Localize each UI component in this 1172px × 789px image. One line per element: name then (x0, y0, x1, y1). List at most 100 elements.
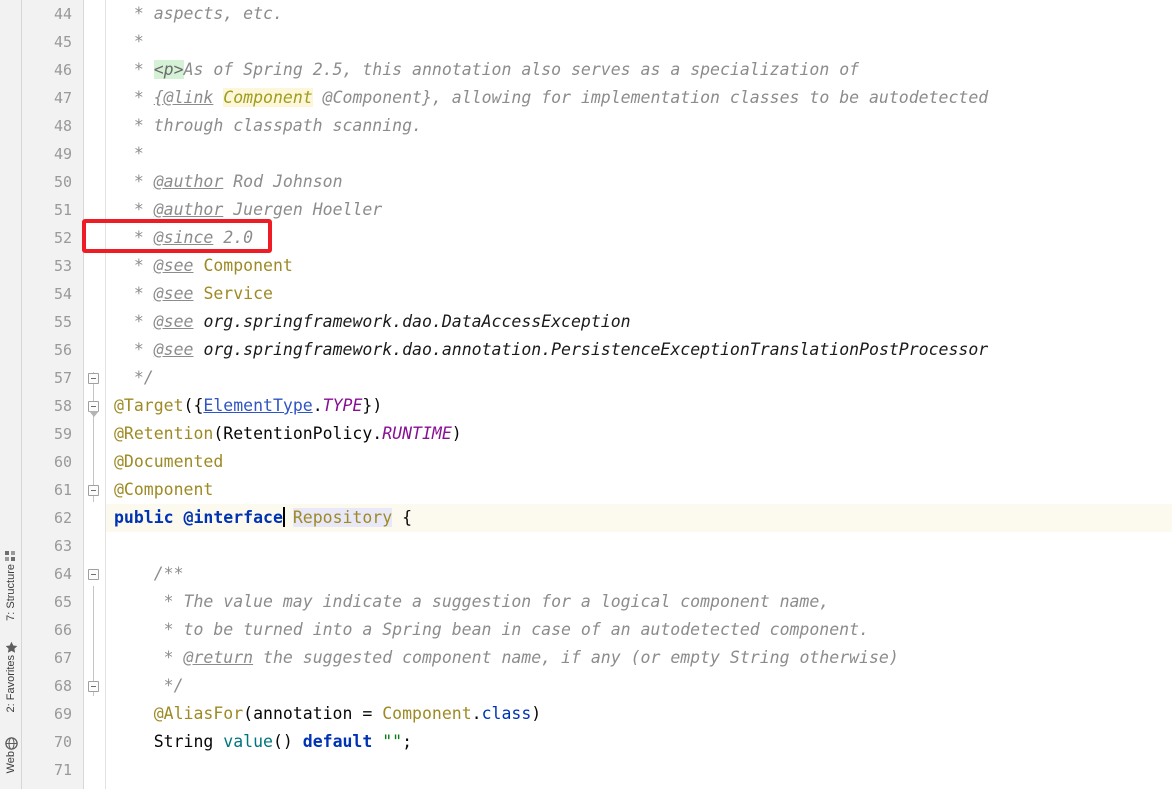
code-line[interactable]: * @since 2.0 (106, 224, 1172, 252)
fold-marker-row (84, 448, 105, 476)
fold-marker-row (84, 756, 105, 784)
code-line[interactable]: * @return the suggested component name, … (106, 644, 1172, 672)
line-number: 68 (53, 677, 72, 695)
code-token: * (114, 648, 184, 667)
code-token: @see (153, 256, 194, 275)
fold-marker-row (84, 504, 105, 532)
line-number: 66 (53, 621, 72, 639)
line-number: 56 (53, 341, 72, 359)
code-line[interactable]: @AliasFor(annotation = Component.class) (106, 700, 1172, 728)
code-token: @since (153, 228, 214, 247)
code-token: @Component (114, 480, 214, 499)
line-number: 63 (53, 537, 72, 555)
code-token: @see (153, 312, 194, 331)
ide-window: 7: Structure 2: Favorites Web 44 45 46 4… (0, 0, 1172, 789)
code-token: @AliasFor (153, 704, 244, 723)
fold-marker-row (84, 252, 105, 280)
code-line[interactable] (106, 532, 1172, 560)
code-line[interactable]: * (106, 140, 1172, 168)
code-line[interactable]: @Component (106, 476, 1172, 504)
code-line[interactable]: */ (106, 672, 1172, 700)
code-folding-gutter[interactable] (84, 0, 106, 789)
code-editor-area[interactable]: * aspects, etc. * * <p>As of Spring 2.5,… (106, 0, 1172, 789)
code-token: * to be turned into a Spring bean in cas… (114, 620, 869, 639)
code-line[interactable]: */ (106, 364, 1172, 392)
fold-marker-row (84, 476, 105, 504)
code-line[interactable]: * @see org.springframework.dao.annotatio… (106, 336, 1172, 364)
code-token: * (114, 60, 154, 79)
code-token: @Component}, allowing for implementation… (312, 88, 989, 107)
line-number-gutter[interactable]: 44 45 46 47 48 49 50 51 52 53 54 55 56 57 58 59 60 61 62 63… (22, 0, 84, 789)
fold-marker-row (84, 308, 105, 336)
fold-collapse-icon[interactable] (88, 681, 99, 692)
code-token: @see (153, 284, 194, 303)
code-line[interactable]: * through classpath scanning. (106, 112, 1172, 140)
code-line[interactable]: * @author Rod Johnson (106, 168, 1172, 196)
code-token: . (471, 704, 482, 723)
fold-marker-row (84, 56, 105, 84)
code-token: * aspects, etc. (114, 4, 283, 23)
line-number: 53 (53, 257, 72, 275)
code-token: class (481, 704, 532, 723)
fold-marker-row (84, 644, 105, 672)
line-number: 69 (53, 705, 72, 723)
stripe-item-web-label: Web (4, 751, 17, 774)
code-line[interactable]: @Target({ElementType.TYPE}) (106, 392, 1172, 420)
code-line[interactable]: * (106, 28, 1172, 56)
code-token: @Documented (114, 452, 224, 471)
globe-icon (4, 735, 18, 750)
fold-marker-row (84, 560, 105, 588)
code-token: () (272, 732, 303, 751)
code-line[interactable]: * The value may indicate a suggestion fo… (106, 588, 1172, 616)
structure-icon (4, 548, 18, 561)
code-token: Component (382, 704, 472, 723)
code-line[interactable]: * to be turned into a Spring bean in cas… (106, 616, 1172, 644)
code-token: @return (183, 648, 254, 667)
code-token: Repository (292, 508, 393, 527)
code-line[interactable]: * @see org.springframework.dao.DataAcces… (106, 308, 1172, 336)
code-line[interactable]: * {@link Component @Component}, allowing… (106, 84, 1172, 112)
line-number: 51 (53, 201, 72, 219)
code-token: default (302, 732, 373, 751)
code-token: org.springframework.dao.DataAccessExcept… (203, 312, 631, 331)
line-number: 44 (53, 5, 72, 23)
code-token: }) (362, 396, 383, 415)
code-token: . (312, 396, 323, 415)
code-line[interactable]: /** (106, 560, 1172, 588)
code-line[interactable]: @Documented (106, 448, 1172, 476)
code-line[interactable]: * aspects, etc. (106, 0, 1172, 28)
fold-marker-row (84, 140, 105, 168)
code-line[interactable]: public @interface Repository { (106, 504, 1172, 532)
code-line[interactable]: @Retention(RetentionPolicy.RUNTIME) (106, 420, 1172, 448)
code-line[interactable]: * <p>As of Spring 2.5, this annotation a… (106, 56, 1172, 84)
code-token: ; (402, 732, 413, 751)
fold-collapse-icon[interactable] (88, 569, 99, 580)
fold-marker-row (84, 196, 105, 224)
fold-collapse-icon[interactable] (88, 373, 99, 384)
stripe-item-structure[interactable]: 7: Structure (0, 548, 22, 621)
code-line[interactable]: * @author Juergen Hoeller (106, 196, 1172, 224)
fold-marker-row (84, 532, 105, 560)
fold-collapse-icon[interactable] (88, 485, 99, 496)
line-number: 65 (53, 593, 72, 611)
fold-marker-row (84, 0, 105, 28)
code-line[interactable]: * @see Component (106, 252, 1172, 280)
stripe-item-web[interactable]: Web (0, 735, 22, 773)
fold-marker-row (84, 616, 105, 644)
stripe-item-favorites[interactable]: 2: Favorites (0, 639, 22, 712)
code-token: */ (114, 368, 154, 387)
line-number: 62 (53, 509, 72, 527)
code-token: org.springframework.dao.annotation.Persi… (203, 340, 989, 359)
code-line[interactable]: String value() default ""; (106, 728, 1172, 756)
code-line[interactable] (106, 756, 1172, 784)
code-line[interactable]: * @see Service (106, 280, 1172, 308)
code-token: RUNTIME (382, 424, 452, 443)
line-number: 59 (53, 425, 72, 443)
line-number: 48 (53, 117, 72, 135)
line-number: 57 (53, 369, 72, 387)
